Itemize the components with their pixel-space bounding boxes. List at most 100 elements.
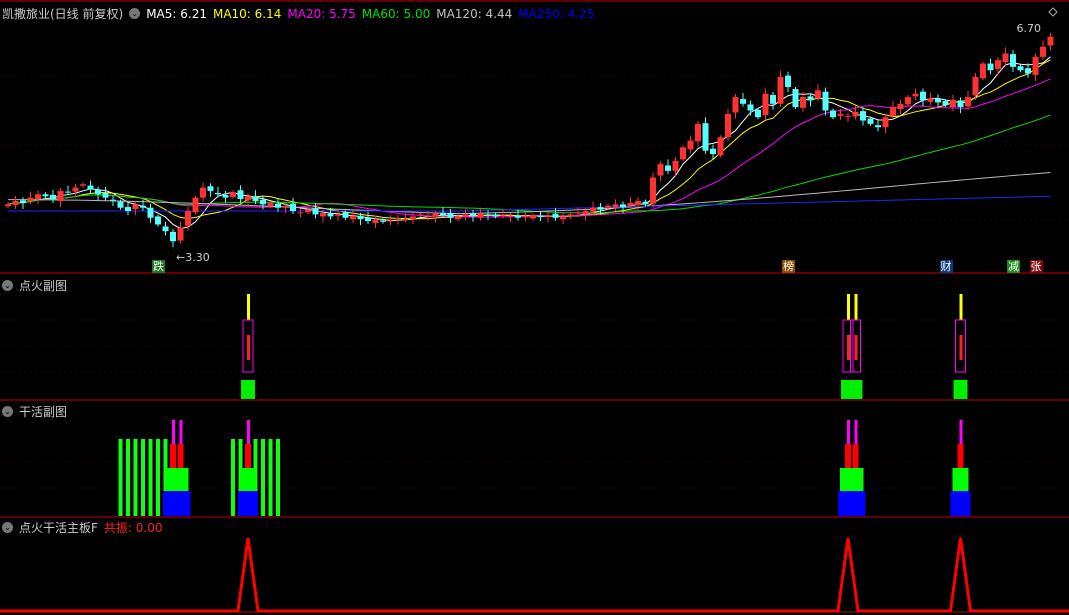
candle-body — [515, 215, 521, 218]
candle-body — [282, 205, 289, 208]
candle-body — [290, 203, 296, 212]
ganhuo-green-bar — [126, 439, 130, 516]
dianhuo-yellow-bar — [854, 294, 858, 320]
candle-body — [65, 191, 71, 193]
candle-body — [267, 203, 274, 207]
candle-body — [942, 101, 949, 106]
candle-body — [890, 107, 896, 116]
candle-body — [432, 213, 439, 217]
candle-body — [897, 103, 904, 110]
candle-body — [185, 211, 191, 226]
dropdown-icon[interactable]: ⌄ — [129, 8, 141, 19]
event-tag[interactable]: 减 — [1007, 260, 1020, 273]
candle-body — [297, 212, 304, 214]
candle-body — [402, 219, 409, 221]
candle-body — [627, 203, 634, 206]
dianhuo-red-bar — [854, 335, 858, 360]
candle-body — [342, 212, 349, 218]
candle-body — [140, 205, 146, 208]
candle-body — [710, 148, 716, 155]
ganhuo-red-bar — [245, 444, 251, 468]
ganhuo-green-block — [952, 468, 969, 491]
ganhuo-green-bar — [261, 439, 265, 516]
candle-body — [102, 192, 109, 198]
candle-body — [995, 60, 1001, 69]
candle-body — [372, 219, 379, 224]
candle-body — [672, 160, 679, 171]
candle-body — [507, 215, 514, 217]
candle-body — [222, 194, 229, 198]
candle-body — [440, 213, 446, 216]
candle-body — [717, 137, 724, 156]
event-tag[interactable]: 财 — [939, 260, 953, 273]
ma-legend-item: MA10: 6.14 — [212, 6, 282, 21]
candle-body — [447, 213, 454, 218]
price-high-label: 6.70 — [1016, 22, 1042, 35]
candle-body — [927, 98, 934, 102]
ganhuo-red-bar — [177, 444, 184, 468]
candle-body — [50, 194, 56, 199]
candle-body — [387, 220, 394, 222]
event-tag[interactable]: 张 — [1029, 260, 1043, 273]
candle-body — [837, 113, 844, 116]
stock-title: 凯撒旅业(日线 前复权) — [2, 7, 124, 21]
panel-dianhuo-header: ⌄ 点火副图 — [2, 277, 67, 294]
candle-body — [762, 93, 769, 116]
candle-body — [327, 213, 334, 217]
ganhuo-green-block — [240, 468, 256, 491]
candle-body — [1017, 66, 1024, 71]
dropdown-icon[interactable]: ⌄ — [2, 280, 13, 291]
candle-body — [1040, 46, 1046, 57]
candle-body — [95, 189, 101, 195]
candle-body — [882, 117, 889, 128]
dianhuo-green-block — [241, 380, 255, 399]
candle-body — [830, 110, 836, 118]
candle-body — [132, 204, 139, 210]
ma10-line — [7, 59, 1051, 220]
candle-body — [747, 104, 754, 111]
candle-body — [912, 93, 919, 97]
candle-body — [972, 76, 979, 96]
candle-body — [777, 76, 784, 104]
candle-body — [42, 194, 49, 197]
candle-body — [1025, 68, 1031, 74]
candle-body — [680, 147, 686, 160]
candle-body — [657, 164, 664, 176]
dropdown-icon[interactable]: ⌄ — [2, 406, 13, 417]
candle-body — [57, 190, 64, 201]
ganhuo-green-bar — [148, 439, 153, 516]
event-tag[interactable]: 榜 — [782, 260, 795, 273]
ganhuo-green-bar — [276, 439, 280, 516]
candle-body — [425, 215, 431, 217]
candle-body — [560, 216, 566, 220]
event-tag[interactable]: 跌 — [152, 260, 165, 273]
candle-body — [725, 113, 731, 138]
ganhuo-magenta-bar — [959, 420, 963, 444]
dropdown-icon[interactable]: ⌄ — [2, 522, 13, 533]
candle-body — [1002, 53, 1009, 63]
candle-body — [822, 91, 829, 111]
candle-body — [575, 212, 581, 214]
candle-body — [462, 214, 469, 217]
candle-body — [155, 216, 161, 225]
candle-body — [27, 197, 34, 201]
ma-legend: MA5: 6.21 MA10: 6.14 MA20: 5.75 MA60: 5.00 M… — [146, 7, 594, 21]
candle-body — [650, 177, 656, 204]
ganhuo-blue-block — [845, 491, 866, 516]
price-low-label: ←3.30 — [176, 251, 210, 264]
candle-body — [620, 204, 626, 208]
ganhuo-magenta-bar — [247, 420, 250, 444]
candle-body — [807, 96, 814, 101]
candle-body — [5, 204, 11, 207]
panel-ganhuo-title: 干活副图 — [19, 405, 68, 419]
candle-body — [770, 95, 776, 104]
ganhuo-green-block — [172, 468, 189, 491]
candle-body — [522, 216, 529, 218]
candle-body — [170, 231, 176, 242]
candle-body — [500, 214, 506, 216]
ganhuo-green-block — [847, 468, 864, 491]
dianhuo-green-block — [953, 380, 968, 399]
candle-body — [530, 215, 536, 219]
candle-body — [905, 97, 911, 105]
candle-body — [537, 215, 544, 218]
